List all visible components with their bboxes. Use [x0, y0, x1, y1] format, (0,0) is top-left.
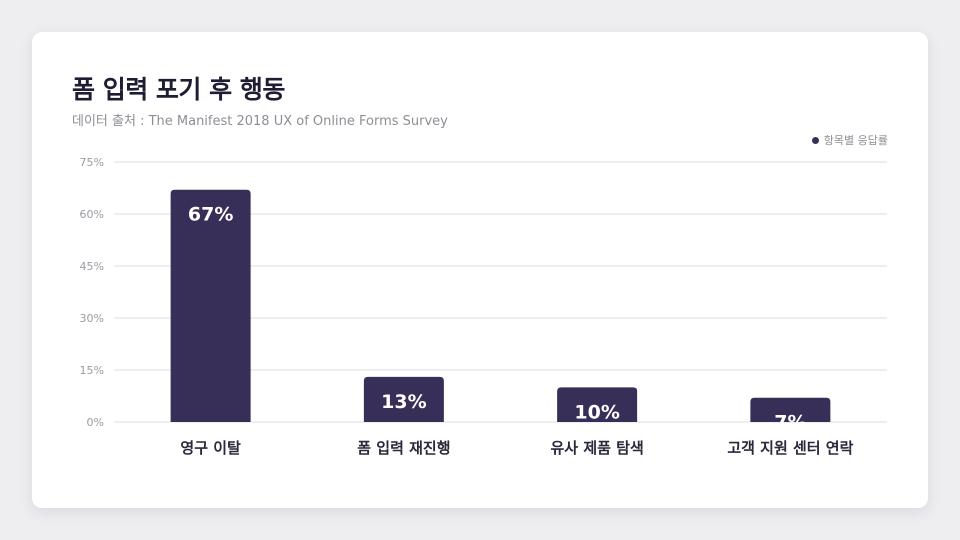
y-tick-label: 45% — [80, 260, 104, 273]
x-category-label: 폼 입력 재진행 — [357, 439, 450, 457]
bar-value-label: 7% — [774, 412, 806, 434]
x-category-label: 유사 제품 탐색 — [551, 439, 644, 457]
y-tick-label: 60% — [80, 208, 104, 221]
y-tick-label: 30% — [80, 312, 104, 325]
x-category-label: 고객 지원 센터 연락 — [727, 439, 853, 457]
bar-value-label: 67% — [188, 204, 233, 226]
x-category-label: 영구 이탈 — [180, 439, 241, 457]
bar-chart: 0% 15% 30% 45% 60% 75% 67% 영구 이탈 13% 폼 입력 재진행 10% 유… — [80, 156, 887, 457]
chart-card: 폼 입력 포기 후 행동 데이터 출처 : The Manifest 2018 … — [32, 32, 928, 508]
bar-value-label: 13% — [381, 391, 426, 413]
y-tick-label: 0% — [87, 416, 104, 429]
y-tick-label: 75% — [80, 156, 104, 169]
y-tick-label: 15% — [80, 364, 104, 377]
bar-value-label: 10% — [574, 401, 619, 423]
